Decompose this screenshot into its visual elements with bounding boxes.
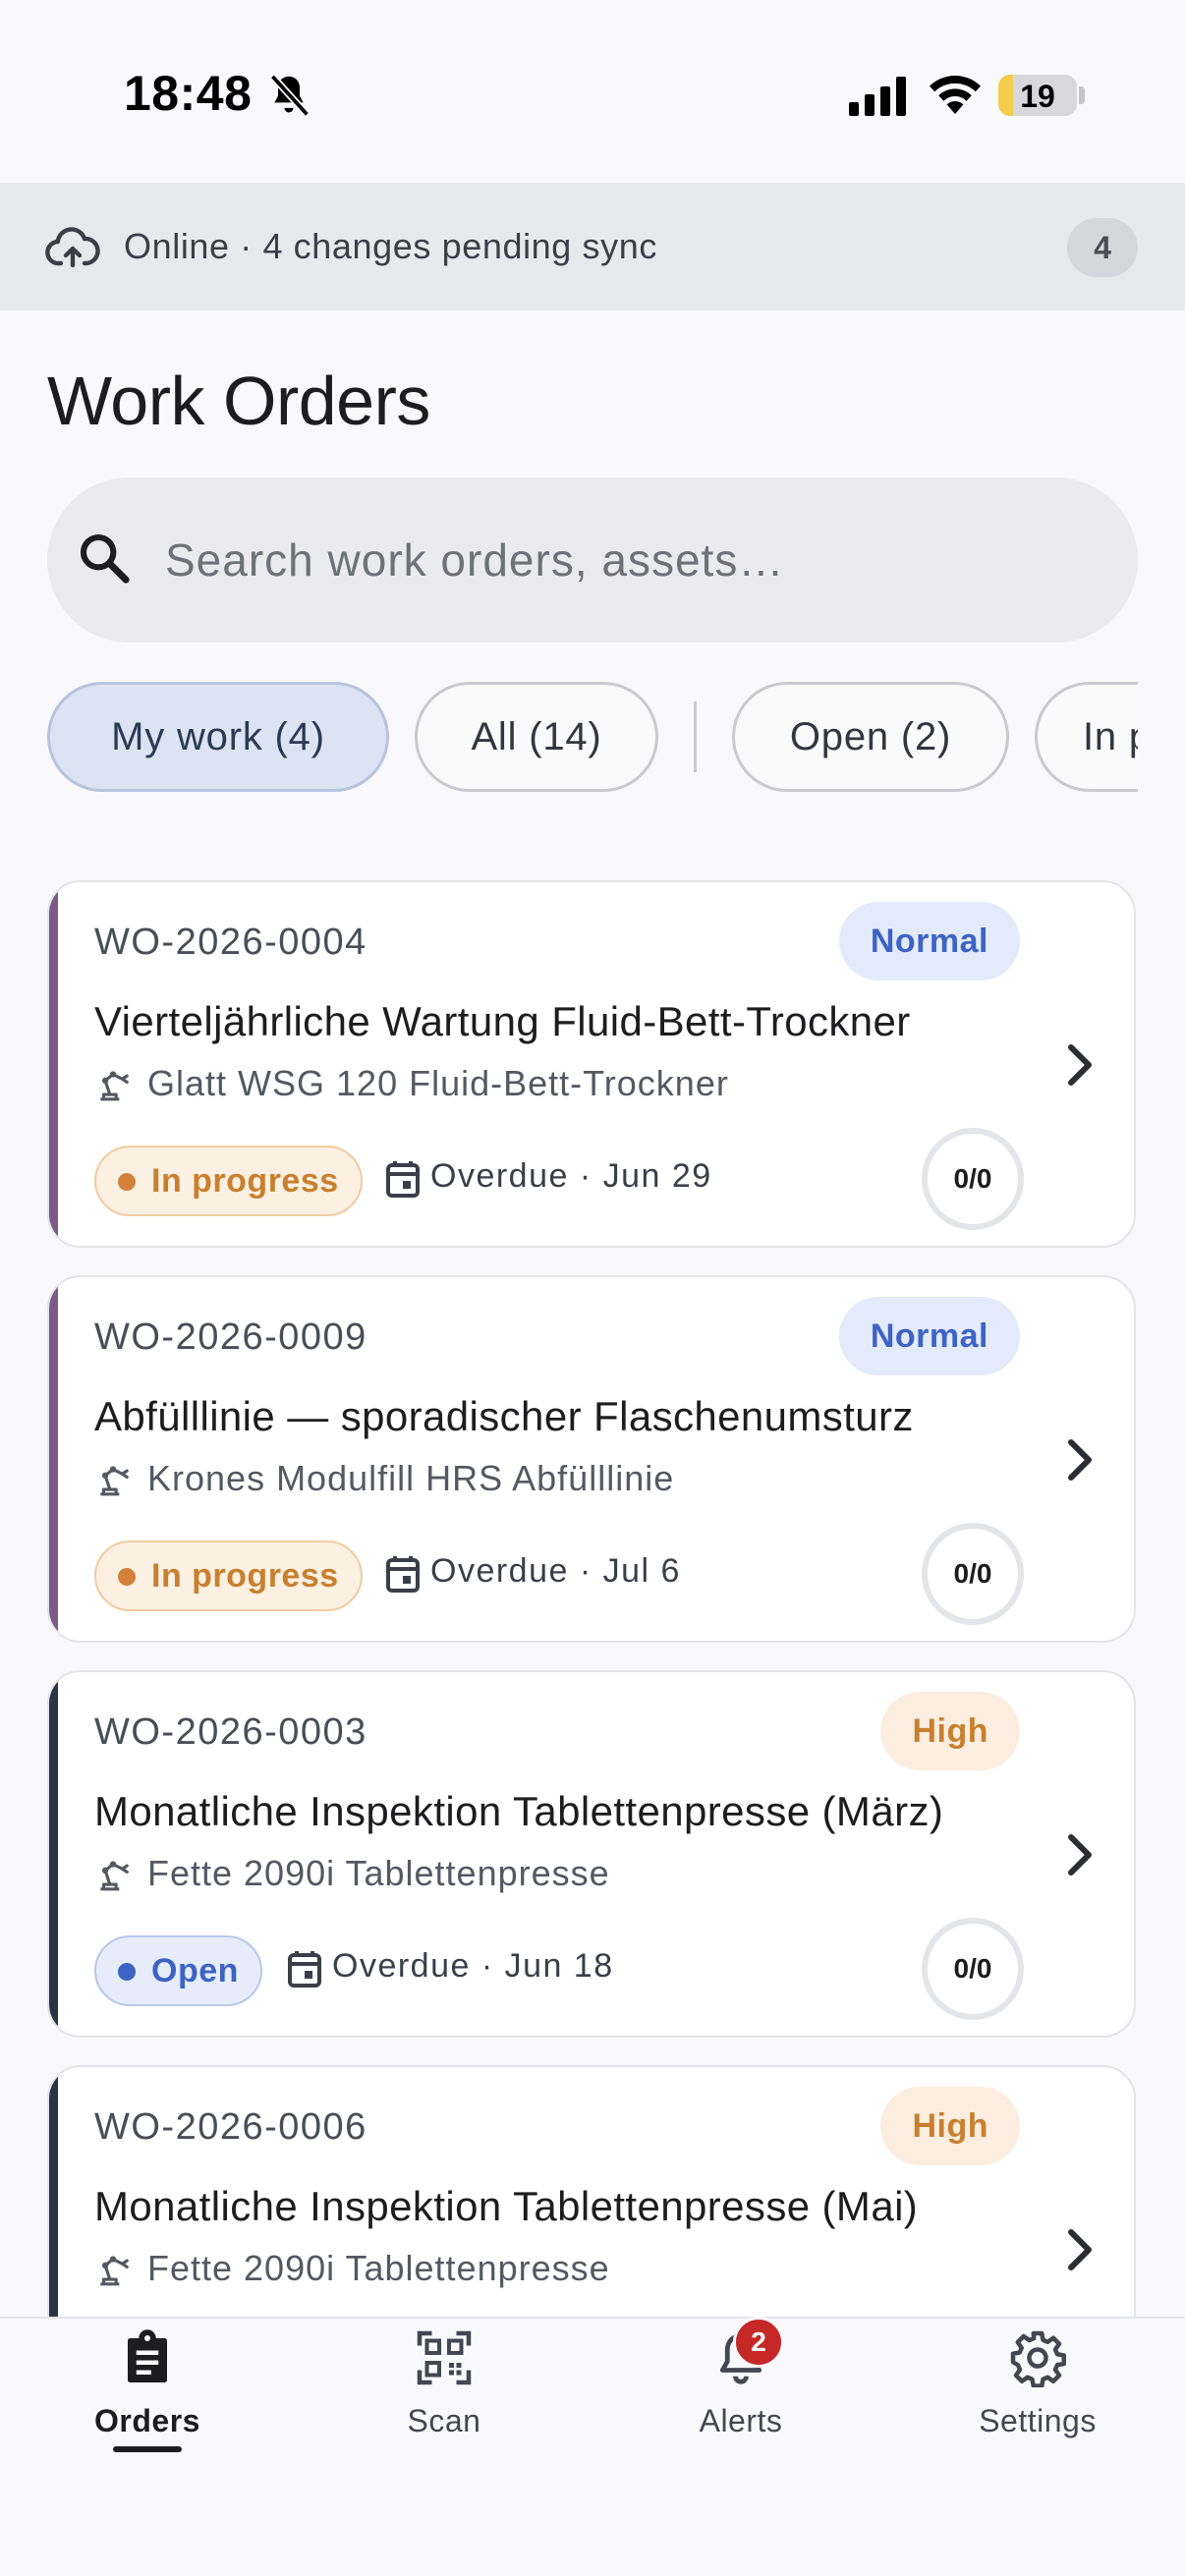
status-time: 18:48 [124, 66, 253, 121]
sync-status-text: Online · 4 changes pending sync [124, 226, 657, 266]
pending-sync-count-badge: 4 [1067, 218, 1138, 277]
status-dot [118, 1173, 136, 1191]
filter-chip-in-progress[interactable]: In p [1035, 682, 1138, 792]
chevron-right-icon [1068, 1439, 1092, 1481]
status-dot [118, 1963, 136, 1981]
work-order-id: WO-2026-0006 [94, 2106, 367, 2148]
chevron-right-icon [1068, 2229, 1092, 2270]
filter-chip-all[interactable]: All (14) [415, 682, 658, 792]
nav-label-orders: Orders [94, 2403, 200, 2438]
priority-badge: High [880, 2087, 1020, 2165]
filter-divider [694, 701, 697, 772]
active-tab-indicator [113, 2446, 182, 2452]
work-order-title: Monatliche Inspektion Tablettenpresse (M… [94, 2183, 919, 2229]
card-accent-bar [49, 1672, 58, 2036]
filter-chips: My work (4) All (14) Open (2) In p [47, 682, 1138, 792]
work-order-card[interactable]: WO-2026-0009 Normal Abfülllinie — sporad… [47, 1275, 1136, 1643]
calendar-icon [386, 1161, 420, 1198]
wifi-icon [930, 76, 981, 114]
battery-cap [1079, 86, 1085, 104]
asset-name: Fette 2090i Tablettenpresse [147, 1853, 610, 1893]
work-order-title: Monatliche Inspektion Tablettenpresse (M… [94, 1788, 944, 1834]
alerts-count-badge: 2 [733, 2317, 784, 2368]
nav-label-alerts: Alerts [699, 2403, 783, 2438]
nav-tab-scan[interactable]: Scan [326, 2328, 562, 2466]
priority-badge: Normal [838, 1297, 1020, 1375]
status-label: In progress [151, 1161, 339, 1200]
nav-label-settings: Settings [979, 2403, 1097, 2438]
battery-level: 19 [1020, 79, 1055, 114]
robot-arm-icon [100, 1466, 129, 1496]
robot-arm-icon [100, 2256, 129, 2286]
due-date: Overdue · Jul 6 [430, 1552, 681, 1590]
due-date: Overdue · Jun 29 [430, 1157, 712, 1195]
cellular-signal-icon [849, 77, 906, 116]
calendar-icon [386, 1556, 420, 1593]
calendar-icon [288, 1951, 321, 1988]
status-dot [118, 1568, 136, 1586]
battery-indicator: 19 [998, 75, 1077, 116]
clipboard-icon [128, 2329, 167, 2382]
asset-name: Fette 2090i Tablettenpresse [147, 2248, 610, 2288]
checklist-progress-ring: 0/0 [922, 1523, 1024, 1625]
asset-name: Glatt WSG 120 Fluid-Bett-Trockner [147, 1063, 729, 1103]
work-order-title: Abfülllinie — sporadischer Flaschenumstu… [94, 1393, 914, 1439]
status-pill: In progress [94, 1540, 363, 1611]
gear-icon [1010, 2330, 1066, 2387]
chevron-right-icon [1068, 1834, 1092, 1876]
work-order-id: WO-2026-0009 [94, 1316, 367, 1358]
asset-name: Krones Modulfill HRS Abfülllinie [147, 1458, 675, 1498]
work-order-id: WO-2026-0004 [94, 922, 367, 963]
search-icon [80, 533, 130, 584]
work-order-card[interactable]: WO-2026-0004 Normal Vierteljährliche War… [47, 880, 1136, 1248]
filter-chip-my-work[interactable]: My work (4) [47, 682, 389, 792]
status-label: In progress [151, 1556, 339, 1595]
filter-chip-open[interactable]: Open (2) [732, 682, 1009, 792]
card-accent-bar [49, 882, 58, 1246]
priority-badge: High [880, 1692, 1020, 1770]
status-pill: Open [94, 1935, 262, 2006]
nav-tab-settings[interactable]: Settings [920, 2328, 1156, 2466]
page-title: Work Orders [47, 363, 430, 439]
status-label: Open [151, 1951, 239, 1989]
chevron-right-icon [1068, 1044, 1092, 1086]
priority-badge: Normal [838, 902, 1020, 980]
robot-arm-icon [100, 1861, 129, 1891]
bell-off-icon [269, 74, 310, 117]
nav-label-scan: Scan [407, 2403, 481, 2438]
checklist-progress-ring: 0/0 [922, 1918, 1024, 2020]
cloud-upload-icon [45, 227, 100, 268]
qr-code-icon [417, 2330, 472, 2385]
card-accent-bar [49, 1277, 58, 1641]
work-order-title: Vierteljährliche Wartung Fluid-Bett-Troc… [94, 998, 911, 1044]
nav-tab-orders[interactable]: Orders [29, 2328, 265, 2466]
due-date: Overdue · Jun 18 [332, 1947, 614, 1985]
robot-arm-icon [100, 1071, 129, 1101]
status-pill: In progress [94, 1146, 363, 1216]
work-order-card[interactable]: WO-2026-0003 High Monatliche Inspektion … [47, 1670, 1136, 2038]
search-input[interactable] [165, 521, 1108, 599]
checklist-progress-ring: 0/0 [922, 1128, 1024, 1230]
work-order-id: WO-2026-0003 [94, 1711, 367, 1753]
